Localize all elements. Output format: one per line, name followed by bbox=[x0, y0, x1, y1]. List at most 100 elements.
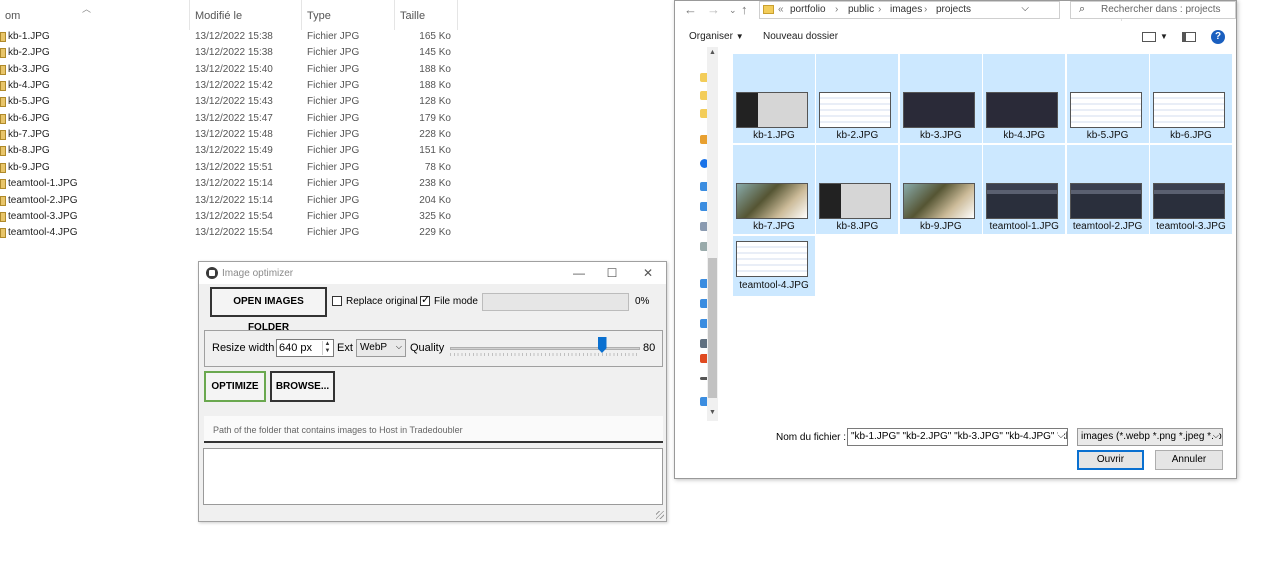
image-thumbnail bbox=[1069, 92, 1142, 128]
close-icon[interactable]: ✕ bbox=[638, 265, 658, 281]
file-row[interactable]: kb-9.JPG 13/12/2022 15:51 Fichier JPG 78 Ko bbox=[0, 160, 470, 176]
file-row[interactable]: teamtool-2.JPG 13/12/2022 15:14 Fichier JP… bbox=[0, 193, 470, 209]
recent-chevron-icon[interactable]: ⌄ bbox=[729, 5, 737, 16]
file-size: 188 Ko bbox=[419, 80, 451, 92]
address-bar[interactable]: « portfolio › public › images › projects… bbox=[759, 1, 1138, 21]
back-icon[interactable]: ← bbox=[684, 2, 697, 17]
file-tile-label: kb-3.JPG bbox=[919, 130, 962, 141]
file-size: 165 Ko bbox=[419, 31, 451, 42]
column-header-modified[interactable]: Modifié le bbox=[190, 0, 302, 30]
view-options-icon[interactable] bbox=[1142, 32, 1156, 42]
file-tile[interactable]: kb-3.JPG bbox=[899, 54, 982, 143]
jpg-file-icon bbox=[0, 179, 6, 190]
file-tile[interactable]: kb-7.JPG bbox=[733, 145, 815, 234]
file-row[interactable]: kb-2.JPG 13/12/2022 15:38 Fichier JPG 145 K… bbox=[0, 45, 470, 61]
filetype-select[interactable]: images (*.webp *.png *.jpeg *.jp ⌵ bbox=[1077, 428, 1223, 446]
resize-settings-panel: Resize width 640 px ▲ ▼ Ext WebP ⌵ Qualit… bbox=[204, 330, 663, 367]
quality-slider-handle[interactable] bbox=[597, 337, 607, 353]
preview-pane-icon[interactable] bbox=[1182, 32, 1196, 42]
address-chevron-down-icon[interactable]: ⌵ bbox=[1021, 3, 1029, 14]
file-tile-label: kb-7.JPG bbox=[753, 221, 795, 232]
up-icon[interactable]: ↑ bbox=[741, 2, 748, 17]
file-name: kb-7.JPG bbox=[8, 129, 50, 141]
file-row[interactable]: teamtool-3.JPG 13/12/2022 15:54 Fichier JP… bbox=[0, 209, 470, 225]
breadcrumb-overflow[interactable]: « bbox=[778, 4, 784, 15]
file-tile[interactable]: kb-6.JPG bbox=[1150, 54, 1232, 143]
scrollbar-thumb[interactable] bbox=[708, 258, 717, 398]
file-mode-checkbox[interactable] bbox=[420, 293, 430, 306]
file-size: 151 Ko bbox=[419, 145, 451, 157]
file-date: 13/12/2022 15:48 bbox=[195, 129, 273, 141]
organize-label: Organiser bbox=[689, 31, 733, 42]
file-tile[interactable]: teamtool-3.JPG bbox=[1150, 145, 1232, 234]
open-button[interactable]: Ouvrir bbox=[1077, 450, 1144, 470]
file-row[interactable]: kb-3.JPG 13/12/2022 15:40 Fichier JPG 188 K… bbox=[0, 62, 470, 78]
quality-slider-track[interactable] bbox=[450, 347, 640, 350]
file-name: kb-6.JPG bbox=[8, 112, 50, 124]
spin-arrows-icon[interactable]: ▲ ▼ bbox=[322, 341, 332, 355]
file-tile[interactable]: teamtool-1.JPG bbox=[983, 145, 1066, 234]
file-tile-label: teamtool-1.JPG bbox=[989, 221, 1059, 232]
breadcrumb-portfolio[interactable]: portfolio bbox=[790, 4, 826, 15]
column-header-type[interactable]: Type bbox=[302, 0, 395, 30]
file-tile[interactable]: kb-4.JPG bbox=[983, 54, 1066, 143]
search-input[interactable]: ⌕ Rechercher dans : projects bbox=[1070, 1, 1236, 19]
ext-select[interactable]: WebP ⌵ bbox=[356, 339, 406, 357]
column-header-size[interactable]: Taille bbox=[395, 0, 458, 30]
file-row[interactable]: kb-8.JPG 13/12/2022 15:49 Fichier JPG 151 K… bbox=[0, 143, 470, 159]
file-date: 13/12/2022 15:43 bbox=[195, 96, 273, 108]
breadcrumb-public[interactable]: public bbox=[848, 4, 874, 15]
replace-original-checkbox[interactable] bbox=[332, 296, 342, 306]
file-tile[interactable]: kb-5.JPG bbox=[1066, 54, 1149, 143]
column-header-name[interactable]: om ︿ bbox=[0, 0, 190, 30]
image-thumbnail bbox=[902, 183, 975, 219]
file-tile[interactable]: kb-2.JPG bbox=[816, 54, 899, 143]
resize-width-spinbox[interactable]: 640 px ▲ ▼ bbox=[276, 339, 334, 357]
jpg-file-icon bbox=[0, 195, 6, 206]
jpg-file-icon bbox=[0, 211, 6, 222]
open-images-folder-button[interactable]: OPEN IMAGES FOLDER bbox=[210, 287, 327, 333]
log-output[interactable] bbox=[203, 448, 663, 505]
minimize-icon[interactable]: — bbox=[569, 265, 589, 281]
folder-path-input[interactable]: Path of the folder that contains images … bbox=[204, 416, 663, 443]
file-name: teamtool-3.JPG bbox=[8, 210, 78, 222]
window-titlebar[interactable]: Image optimizer — ☐ ✕ bbox=[199, 262, 666, 284]
file-row[interactable]: kb-4.JPG 13/12/2022 15:42 Fichier JPG 188 K… bbox=[0, 78, 470, 94]
scroll-up-icon[interactable]: ▲ bbox=[707, 49, 718, 56]
chevron-down-icon[interactable]: ⌵ bbox=[1057, 431, 1064, 441]
file-tile[interactable]: kb-1.JPG bbox=[733, 54, 815, 143]
cancel-button[interactable]: Annuler bbox=[1155, 450, 1223, 470]
resize-grip-icon[interactable] bbox=[656, 511, 664, 519]
breadcrumb-projects[interactable]: projects bbox=[936, 4, 971, 15]
file-tile-label: kb-9.JPG bbox=[919, 221, 962, 232]
breadcrumb-images[interactable]: images bbox=[890, 4, 922, 15]
file-row[interactable]: kb-6.JPG 13/12/2022 15:47 Fichier JPG 179 K… bbox=[0, 111, 470, 127]
help-icon[interactable]: ? bbox=[1211, 30, 1225, 44]
organize-button[interactable]: Organiser ▼ bbox=[689, 31, 744, 42]
view-chevron-icon[interactable]: ▼ bbox=[1160, 31, 1168, 42]
file-tile[interactable]: kb-9.JPG bbox=[899, 145, 982, 234]
optimize-button[interactable]: OPTIMIZE bbox=[204, 371, 266, 402]
maximize-icon[interactable]: ☐ bbox=[602, 265, 622, 281]
browse-button[interactable]: BROWSE... bbox=[270, 371, 335, 402]
file-row[interactable]: kb-7.JPG 13/12/2022 15:48 Fichier JPG 228 K… bbox=[0, 127, 470, 143]
scroll-down-icon[interactable]: ▼ bbox=[707, 409, 718, 416]
filename-input[interactable]: "kb-1.JPG" "kb-2.JPG" "kb-3.JPG" "kb-4.J… bbox=[847, 428, 1068, 446]
file-size: 179 Ko bbox=[419, 112, 451, 124]
forward-icon[interactable]: → bbox=[707, 2, 720, 17]
file-tile[interactable]: teamtool-2.JPG bbox=[1066, 145, 1149, 234]
jpg-file-icon bbox=[0, 64, 6, 75]
file-row[interactable]: teamtool-4.JPG 13/12/2022 15:54 Fichier JP… bbox=[0, 225, 470, 241]
file-row[interactable]: kb-5.JPG 13/12/2022 15:43 Fichier JPG 128 K… bbox=[0, 94, 470, 110]
file-row[interactable]: kb-1.JPG 13/12/2022 15:38 Fichier JPG 165 K… bbox=[0, 29, 470, 45]
column-header-name-label: om bbox=[5, 10, 21, 22]
file-type: Fichier JPG bbox=[307, 112, 360, 124]
new-folder-button[interactable]: Nouveau dossier bbox=[763, 31, 838, 42]
filename-value: "kb-1.JPG" "kb-2.JPG" "kb-3.JPG" "kb-4.J… bbox=[851, 431, 1068, 442]
window-title: Image optimizer bbox=[222, 268, 294, 279]
file-tile[interactable]: teamtool-4.JPG bbox=[733, 236, 815, 296]
file-tile[interactable]: kb-8.JPG bbox=[816, 145, 899, 234]
file-row[interactable]: teamtool-1.JPG 13/12/2022 15:14 Fichier JP… bbox=[0, 176, 470, 192]
jpg-file-icon bbox=[0, 130, 6, 141]
navigation-scrollbar[interactable]: ▲ ▼ bbox=[707, 47, 718, 421]
